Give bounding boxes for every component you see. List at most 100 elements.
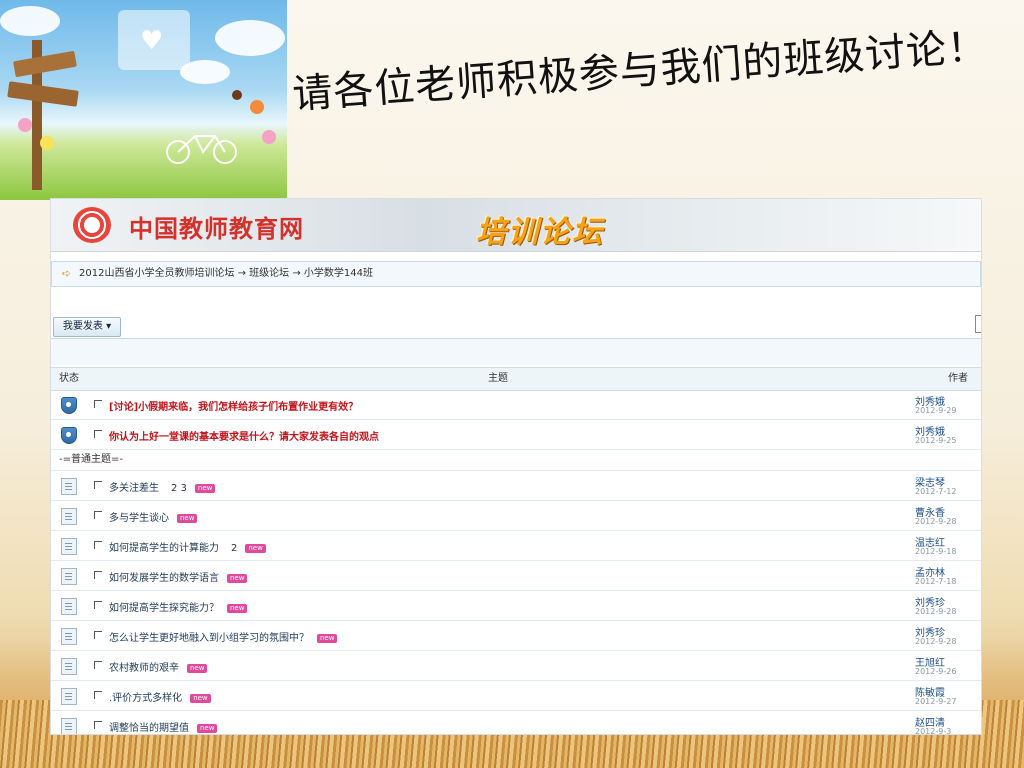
topic-date: 2012-9-27 (915, 697, 957, 706)
topic-doc-icon (61, 598, 77, 615)
sticky-topic-row: 你认为上好一堂课的基本要求是什么？请大家发表各自的观点 刘秀娥 2012-9-25 (51, 420, 981, 450)
topic-subject[interactable]: 如何发展学生的数学语言 new (109, 569, 248, 584)
topic-title[interactable]: 如何发展学生的数学语言 (109, 573, 219, 584)
topic-title[interactable]: 如何提高学生的计算能力 (109, 543, 219, 554)
forum-name: 培训论坛 (476, 215, 604, 250)
cloud-shape (0, 6, 60, 36)
topic-subject[interactable]: 你认为上好一堂课的基本要求是什么？请大家发表各自的观点 (109, 428, 379, 443)
topic-date: 2012-9-29 (915, 406, 957, 415)
topic-subject[interactable]: 多与学生谈心 new (109, 509, 198, 524)
section-label: -=普通主题=- (51, 450, 981, 471)
new-badge: new (227, 573, 248, 583)
topic-date: 2012-9-28 (915, 607, 957, 616)
topic-row: 多与学生谈心 new 曹永香 2012-9-28 (51, 501, 981, 531)
topic-list: [讨论]小假期来临，我们怎样给孩子们布置作业更有效？ 刘秀娥 2012-9-29 你认… (51, 390, 981, 735)
new-badge: new (227, 603, 248, 613)
topic-date: 2012-9-28 (915, 517, 957, 526)
select-checkbox[interactable] (94, 661, 102, 669)
topic-title[interactable]: 你认为上好一堂课的基本要求是什么？请大家发表各自的观点 (109, 432, 379, 443)
topic-title[interactable]: 怎么让学生更好地融入到小组学习的氛围中？ (109, 633, 309, 644)
select-checkbox[interactable] (94, 571, 102, 579)
topic-row: 多关注差生 2 3 new 梁志琴 2012-7-12 (51, 471, 981, 501)
select-checkbox[interactable] (94, 511, 102, 519)
spring-illustration: ♥ (0, 0, 287, 200)
sticky-shield-icon (61, 397, 77, 414)
topic-doc-icon (61, 538, 77, 555)
topic-subject[interactable]: 多关注差生 2 3 new (109, 479, 216, 494)
flower-icon (250, 100, 264, 114)
topic-row: .评价方式多样化 new 陈敏霞 2012-9-27 (51, 681, 981, 711)
butterfly-icon (232, 90, 242, 100)
select-checkbox[interactable] (94, 400, 102, 408)
flower-icon (18, 118, 32, 132)
topic-subject[interactable]: .评价方式多样化 new (109, 689, 211, 704)
topic-title[interactable]: [讨论]小假期来临，我们怎样给孩子们布置作业更有效？ (109, 402, 358, 413)
flower-icon (262, 130, 276, 144)
flower-icon (40, 136, 54, 150)
topic-title[interactable]: .评价方式多样化 (109, 693, 182, 704)
scroll-edge-marker (975, 315, 981, 333)
sticky-topic-row: [讨论]小假期来临，我们怎样给孩子们布置作业更有效？ 刘秀娥 2012-9-29 (51, 390, 981, 420)
toolbar-strip (51, 338, 981, 365)
select-checkbox[interactable] (94, 541, 102, 549)
breadcrumb: ➪ 2012山西省小学全员教师培训论坛 → 班级论坛 → 小学数学144班 (51, 261, 981, 287)
topic-title[interactable]: 如何提高学生探究能力？ (109, 603, 219, 614)
topic-subject[interactable]: 如何提高学生的计算能力 2 new (109, 539, 266, 554)
topic-date: 2012-9-3 (915, 727, 952, 735)
topic-subject[interactable]: 如何提高学生探究能力？ new (109, 599, 248, 614)
new-post-button[interactable]: 我要发表 ▾ (53, 317, 121, 337)
topic-subject[interactable]: 调整恰当的期望值 new (109, 719, 218, 734)
arrow-right-icon: ➪ (62, 267, 72, 280)
topic-doc-icon (61, 718, 77, 734)
new-badge: new (197, 723, 218, 733)
topic-title[interactable]: 多与学生谈心 (109, 513, 169, 524)
topic-row: 如何发展学生的数学语言 new 孟亦林 2012-7-18 (51, 561, 981, 591)
site-banner: 中国教师教育网 培训论坛 (51, 199, 981, 252)
topic-doc-icon (61, 658, 77, 675)
topic-date: 2012-9-26 (915, 667, 957, 676)
topic-doc-icon (61, 478, 77, 495)
signpost-board (13, 50, 77, 78)
topic-row: 调整恰当的期望值 new 赵四清 2012-9-3 (51, 711, 981, 735)
new-badge: new (317, 633, 338, 643)
topic-date: 2012-9-25 (915, 436, 957, 445)
select-checkbox[interactable] (94, 631, 102, 639)
new-badge: new (245, 543, 266, 553)
topic-date: 2012-9-18 (915, 547, 957, 556)
bicycle-icon (166, 135, 237, 164)
new-badge: new (177, 513, 198, 523)
topic-row: 如何提高学生的计算能力 2 new 温志红 2012-9-18 (51, 531, 981, 561)
header-subject: 主题 (488, 373, 508, 384)
site-name[interactable]: 中国教师教育网 (129, 209, 304, 244)
topic-subject[interactable]: 怎么让学生更好地融入到小组学习的氛围中？ new (109, 629, 338, 644)
topic-date: 2012-7-12 (915, 487, 957, 496)
topic-row: 怎么让学生更好地融入到小组学习的氛围中？ new 刘秀珍 2012-9-28 (51, 621, 981, 651)
cloud-shape (215, 20, 285, 56)
header-author: 作者 (948, 373, 968, 384)
topic-page-links[interactable]: 2 3 (171, 483, 187, 494)
new-badge: new (194, 483, 216, 493)
topic-row: 农村教师的艰辛 new 王旭红 2012-9-26 (51, 651, 981, 681)
topic-subject[interactable]: [讨论]小假期来临，我们怎样给孩子们布置作业更有效？ (109, 398, 358, 413)
topic-row: 如何提高学生探究能力？ new 刘秀珍 2012-9-28 (51, 591, 981, 621)
signpost-board (7, 81, 79, 107)
header-status: 状态 (59, 373, 79, 384)
topic-title[interactable]: 调整恰当的期望值 (109, 723, 189, 734)
topic-title[interactable]: 农村教师的艰辛 (109, 663, 179, 674)
topic-page-links[interactable]: 2 (231, 543, 237, 554)
breadcrumb-text[interactable]: 2012山西省小学全员教师培训论坛 → 班级论坛 → 小学数学144班 (79, 262, 373, 286)
sticky-shield-icon (61, 427, 77, 444)
topic-date: 2012-7-18 (915, 577, 957, 586)
select-checkbox[interactable] (94, 721, 102, 729)
select-checkbox[interactable] (94, 430, 102, 438)
topic-title[interactable]: 多关注差生 (109, 483, 159, 494)
select-checkbox[interactable] (94, 481, 102, 489)
forum-screenshot: 中国教师教育网 培训论坛 ➪ 2012山西省小学全员教师培训论坛 → 班级论坛 … (50, 198, 982, 735)
table-header: 状态 主题 作者 (51, 367, 981, 391)
select-checkbox[interactable] (94, 691, 102, 699)
topic-doc-icon (61, 688, 77, 705)
select-checkbox[interactable] (94, 601, 102, 609)
new-badge: new (190, 693, 211, 703)
topic-doc-icon (61, 568, 77, 585)
topic-subject[interactable]: 农村教师的艰辛 new (109, 659, 208, 674)
